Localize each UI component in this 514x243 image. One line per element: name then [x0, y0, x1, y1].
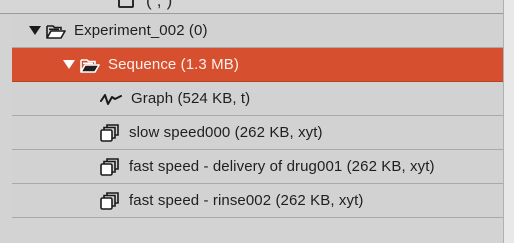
image-stack-icon [100, 157, 120, 176]
image-stack-icon [118, 0, 134, 8]
tree-item-slow-speed000[interactable]: slow speed000 (262 KB, xyt) [12, 116, 504, 150]
open-folder-icon [46, 24, 66, 39]
scrollbar-track[interactable] [503, 0, 514, 243]
tree-item-sequence[interactable]: Sequence (1.3 MB) [12, 48, 504, 82]
graph-icon [100, 92, 122, 106]
tree-item-label: fast speed - delivery of drug001 (262 KB… [129, 158, 435, 175]
tree-item-label: fast speed - rinse002 (262 KB, xyt) [129, 192, 364, 209]
tree-item-graph[interactable]: Graph (524 KB, t) [12, 82, 504, 116]
expand-triangle-icon[interactable] [63, 60, 75, 69]
expand-triangle-icon[interactable] [29, 26, 41, 35]
partial-row-label: ( , ) [146, 0, 173, 10]
file-tree-panel: ( , ) Experiment_002 (0) Sequence (1.3 M… [0, 0, 514, 243]
tree-item-label: Graph (524 KB, t) [131, 90, 251, 107]
image-stack-icon [100, 123, 120, 142]
open-folder-icon [80, 58, 100, 73]
tree-item-fast-speed-delivery-of-drug001[interactable]: fast speed - delivery of drug001 (262 KB… [12, 150, 504, 184]
tree-item-label: slow speed000 (262 KB, xyt) [129, 124, 323, 141]
tree-item-experiment-002[interactable]: Experiment_002 (0) [12, 14, 504, 48]
partial-tree-row[interactable]: ( , ) [0, 0, 514, 14]
tree-item-label: Experiment_002 (0) [74, 22, 208, 39]
image-stack-icon [100, 191, 120, 210]
tree-item-label: Sequence (1.3 MB) [108, 56, 239, 73]
tree-item-fast-speed-rinse002[interactable]: fast speed - rinse002 (262 KB, xyt) [12, 184, 504, 218]
experiment-tree: Experiment_002 (0) Sequence (1.3 MB) Gra… [12, 14, 504, 218]
